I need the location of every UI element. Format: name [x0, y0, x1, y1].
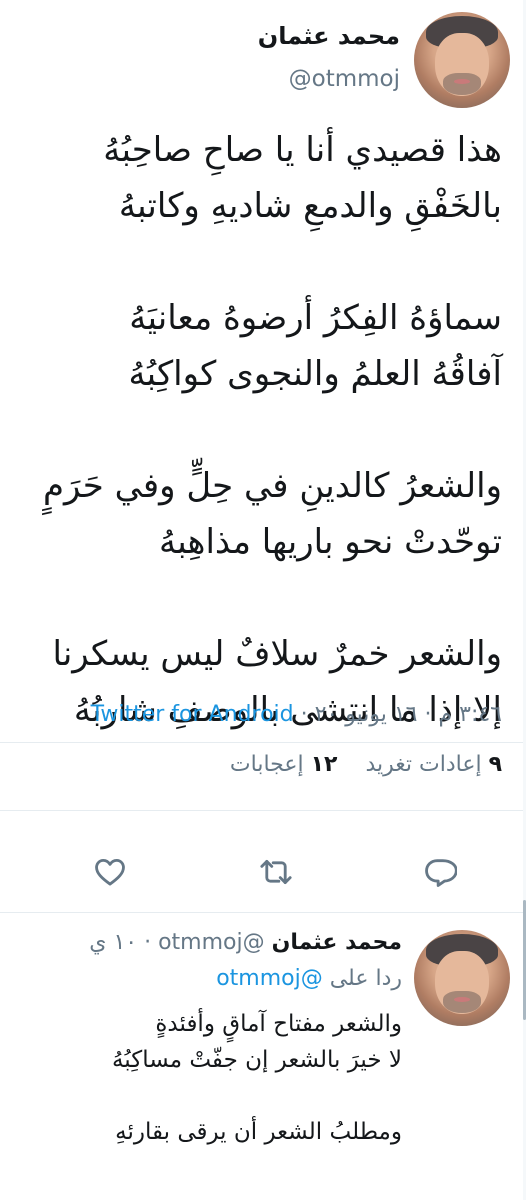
- author-display-name[interactable]: محمد عثمان: [258, 22, 400, 50]
- replying-prefix: ردا على: [329, 966, 402, 991]
- retweet-button[interactable]: [250, 846, 302, 898]
- poem-line: سماؤهُ الفِكرُ أرضوهُ معانيَهُ: [129, 298, 502, 338]
- reply-handle[interactable]: @otmmoj: [158, 930, 265, 955]
- likes-count: ١٢: [310, 752, 338, 777]
- author-handle[interactable]: @otmmoj: [289, 66, 400, 92]
- reply-line: لا خيرَ بالشعر إن جفّتْ مساكِبُهُ: [111, 1047, 402, 1073]
- poem-gap: [22, 570, 502, 626]
- reply-icon: [425, 859, 457, 887]
- tweet-meta: ٣:٤٦ م · ١٦ يونيو ٢٠ · Twitter for Andro…: [91, 702, 502, 727]
- poem-gap: [22, 234, 502, 290]
- replying-mention[interactable]: @otmmoj: [216, 966, 323, 991]
- retweets-count: ٩: [488, 752, 502, 777]
- reply-header: محمد عثمان @otmmoj · ١٠ ي: [89, 930, 402, 955]
- poem-line: آفاقُهُ العلمُ والنجوى كواكِبُهُ: [128, 354, 502, 394]
- divider: [0, 742, 526, 743]
- author-avatar[interactable]: [414, 12, 510, 108]
- retweets-stat[interactable]: ٩ إعادات تغريد: [365, 752, 502, 777]
- poem-line: توحّدتْ نحو باريها مذاهِبهُ: [159, 522, 502, 562]
- reply-body: والشعر مفتاح آماقٍ وأفئدةٍ لا خيرَ بالشع…: [22, 1006, 402, 1150]
- source-app-link[interactable]: Twitter for Android: [91, 702, 294, 727]
- like-button[interactable]: [84, 846, 136, 898]
- reply-author-avatar[interactable]: [414, 930, 510, 1026]
- divider: [0, 810, 526, 811]
- reply-time: ١٠ ي: [89, 930, 138, 955]
- poem-line: هذا قصيدي أنا يا صاحِ صاحِبُهُ: [103, 130, 502, 170]
- retweets-label: إعادات تغريد: [365, 752, 482, 777]
- reply-display-name[interactable]: محمد عثمان: [272, 930, 402, 955]
- reply-line: والشعر مفتاح آماقٍ وأفئدةٍ: [155, 1011, 402, 1037]
- likes-label: إعجابات: [229, 752, 304, 777]
- meta-separator: ·: [144, 930, 152, 955]
- reply-gap: [22, 1078, 402, 1114]
- meta-separator: ·: [300, 702, 308, 727]
- retweet-icon: [260, 859, 292, 885]
- engagement-stats: ٩ إعادات تغريد ١٢ إعجابات: [230, 752, 502, 777]
- replying-to: ردا على @otmmoj: [216, 966, 402, 991]
- tweet-body: هذا قصيدي أنا يا صاحِ صاحِبُهُ بالخَفْقِ…: [22, 122, 502, 738]
- tweet-actions: [0, 846, 526, 898]
- poem-line: والشعر خمرٌ سلافٌ ليس يسكرنا: [52, 634, 502, 674]
- tweet-time: ٣:٤٦ م: [438, 702, 503, 727]
- tweet-date: ١٦ يونيو ٢٠: [314, 702, 418, 727]
- reply-button[interactable]: [414, 846, 466, 898]
- poem-gap: [22, 402, 502, 458]
- reply-line: ومطلبُ الشعر أن يرقى بقارئهِ: [115, 1119, 402, 1145]
- likes-stat[interactable]: ١٢ إعجابات: [230, 752, 338, 777]
- divider: [0, 912, 526, 913]
- bottom-fade: [0, 1148, 526, 1200]
- poem-line: والشعرُ كالدينِ في حِلٍّ وفي حَرَمٍ: [42, 466, 502, 506]
- poem-line: بالخَفْقِ والدمعِ شاديهِ وكاتبهُ: [118, 186, 502, 226]
- heart-icon: [95, 858, 125, 886]
- meta-separator: ·: [424, 702, 432, 727]
